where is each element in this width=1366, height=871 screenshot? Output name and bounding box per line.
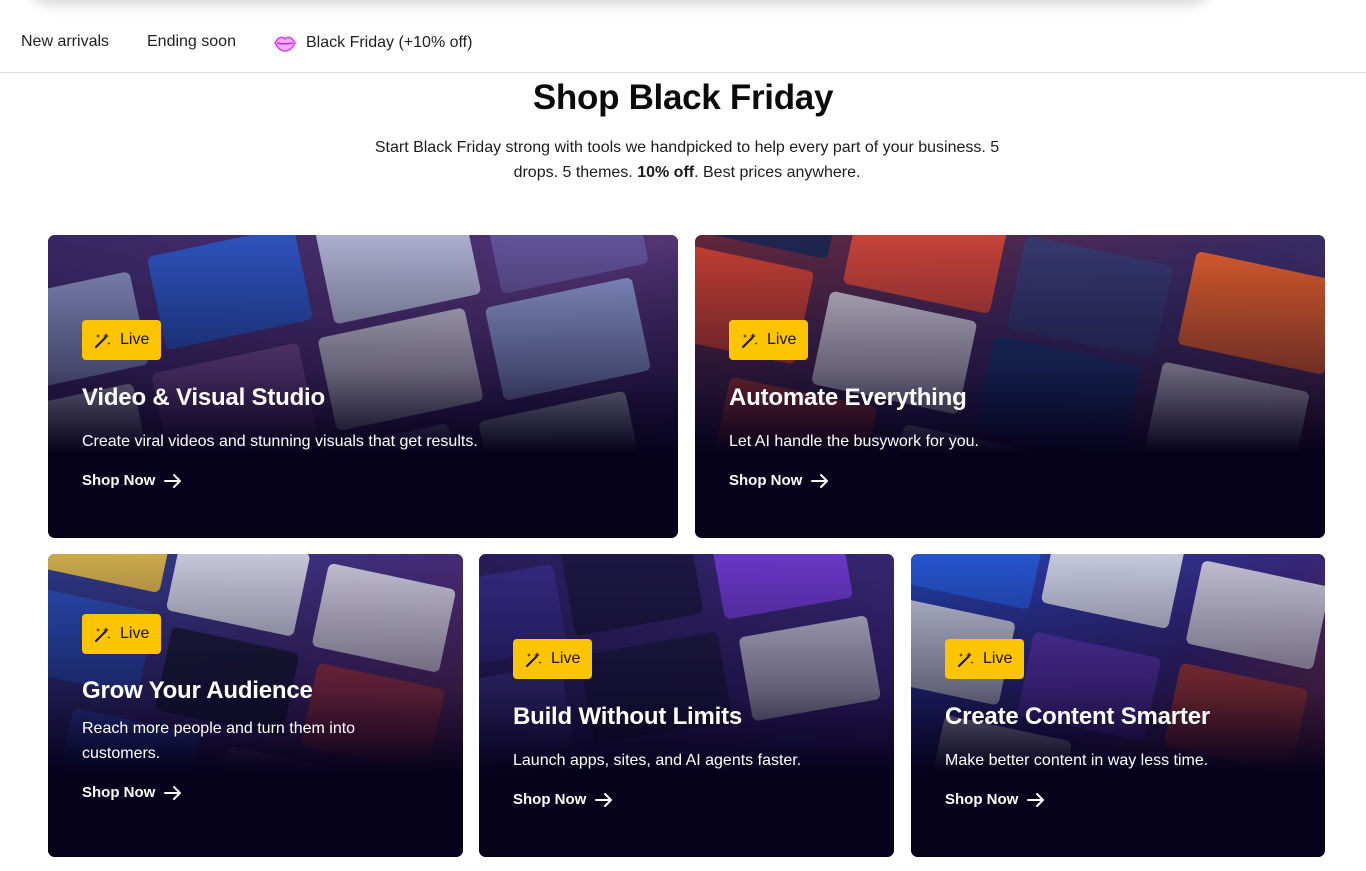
card-content: Live Automate Everything Let AI handle t… xyxy=(729,320,1295,490)
magic-wand-icon xyxy=(525,650,543,668)
category-card-build[interactable]: Live Build Without Limits Launch apps, s… xyxy=(479,554,894,857)
shop-now-link[interactable]: Shop Now xyxy=(945,791,1045,808)
shop-now-link[interactable]: Shop Now xyxy=(82,472,182,489)
live-badge: Live xyxy=(82,320,162,360)
magic-wand-icon xyxy=(94,625,112,643)
arrow-right-icon xyxy=(164,785,182,801)
lips-icon xyxy=(273,33,297,53)
live-badge-label: Live xyxy=(120,625,150,642)
shop-now-link[interactable]: Shop Now xyxy=(513,791,613,808)
card-description: Launch apps, sites, and AI agents faster… xyxy=(513,752,802,769)
magic-wand-icon xyxy=(94,331,112,349)
page-subtitle: Start Black Friday strong with tools we … xyxy=(345,135,1029,185)
shop-now-label: Shop Now xyxy=(82,784,156,801)
subnav-black-friday-label: Black Friday (+10% off) xyxy=(306,34,473,51)
card-description: Create viral videos and stunning visuals… xyxy=(82,433,478,450)
card-content: Live Build Without Limits Launch apps, s… xyxy=(513,639,864,809)
live-badge: Live xyxy=(82,614,162,654)
live-badge-label: Live xyxy=(767,331,797,348)
card-title: Build Without Limits xyxy=(513,703,743,730)
live-badge: Live xyxy=(945,639,1025,679)
subtitle-discount: 10% off xyxy=(637,164,695,181)
arrow-right-icon xyxy=(595,792,613,808)
live-badge: Live xyxy=(513,639,593,679)
category-card-automate[interactable]: Live Automate Everything Let AI handle t… xyxy=(695,235,1325,538)
shop-now-label: Shop Now xyxy=(82,472,156,489)
category-card-video-visual[interactable]: Live Video & Visual Studio Create viral … xyxy=(48,235,678,538)
card-content: Live Grow Your Audience Reach more peopl… xyxy=(82,614,433,802)
card-content: Live Create Content Smarter Make better … xyxy=(945,639,1295,809)
card-description: Let AI handle the busywork for you. xyxy=(729,433,979,450)
subtitle-line-2-start: drops. 5 themes. xyxy=(513,164,638,181)
page-title: Shop Black Friday xyxy=(532,78,834,117)
card-description: Make better content in way less time. xyxy=(945,752,1209,769)
subnav-new-arrivals[interactable]: New arrivals xyxy=(21,33,109,51)
card-description: Reach more people and turn them into cus… xyxy=(82,720,356,762)
arrow-right-icon xyxy=(164,473,182,489)
live-badge: Live xyxy=(729,320,809,360)
magic-wand-icon xyxy=(957,650,975,668)
shop-now-label: Shop Now xyxy=(513,791,587,808)
card-title: Automate Everything xyxy=(729,384,967,411)
subtitle-line-1: Start Black Friday strong with tools we … xyxy=(374,139,1000,156)
shop-now-link[interactable]: Shop Now xyxy=(729,472,829,489)
arrow-right-icon xyxy=(1027,792,1045,808)
arrow-right-icon xyxy=(811,473,829,489)
card-content: Live Video & Visual Studio Create viral … xyxy=(82,320,648,490)
live-badge-label: Live xyxy=(983,650,1013,667)
card-title: Create Content Smarter xyxy=(945,703,1211,730)
subnav-ending-soon[interactable]: Ending soon xyxy=(147,33,236,51)
magic-wand-icon xyxy=(741,331,759,349)
live-badge-label: Live xyxy=(120,331,150,348)
shop-now-link[interactable]: Shop Now xyxy=(82,784,182,801)
sub-navigation: New arrivals Ending soon Black Friday (+… xyxy=(0,0,1366,73)
subtitle-line-2-end: . Best prices anywhere. xyxy=(694,164,861,181)
category-card-content[interactable]: Live Create Content Smarter Make better … xyxy=(911,554,1325,857)
shop-now-label: Shop Now xyxy=(945,791,1019,808)
subnav-black-friday[interactable]: Black Friday (+10% off) xyxy=(273,33,472,53)
card-title: Video & Visual Studio xyxy=(82,384,325,411)
shop-now-label: Shop Now xyxy=(729,472,803,489)
live-badge-label: Live xyxy=(551,650,581,667)
category-card-grow-audience[interactable]: Live Grow Your Audience Reach more peopl… xyxy=(48,554,463,857)
card-title: Grow Your Audience xyxy=(82,677,313,704)
